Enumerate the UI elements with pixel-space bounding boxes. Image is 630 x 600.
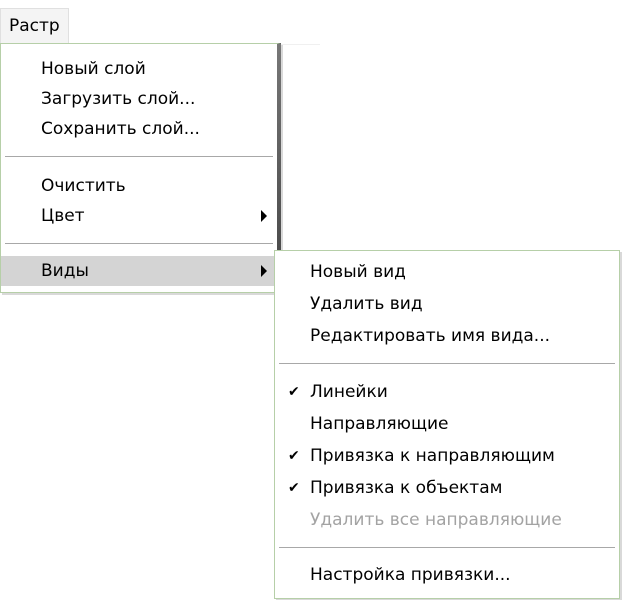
menu-item-edit-view-name[interactable]: Редактировать имя вида... bbox=[275, 321, 619, 351]
menu-item-guides[interactable]: Направляющие bbox=[275, 409, 619, 439]
menu-item-delete-view[interactable]: Удалить вид bbox=[275, 289, 619, 319]
menu-item-snap-to-objects[interactable]: ✔ Привязка к объектам bbox=[275, 473, 619, 503]
menu-raster[interactable]: Растр bbox=[0, 8, 69, 43]
submenu-arrow-icon bbox=[261, 210, 267, 222]
menu-item-load-layer[interactable]: Загрузить слой... bbox=[1, 84, 277, 114]
menu-item-new-view[interactable]: Новый вид bbox=[275, 257, 619, 287]
menu-item-snap-to-objects-label: Привязка к объектам bbox=[310, 478, 503, 498]
menu-item-color-label: Цвет bbox=[41, 206, 85, 226]
menu-item-snap-to-guides[interactable]: ✔ Привязка к направляющим bbox=[275, 441, 619, 471]
menu-item-rulers[interactable]: ✔ Линейки bbox=[275, 377, 619, 407]
raster-menu: Новый слой Загрузить слой... Сохранить с… bbox=[0, 43, 281, 293]
menu-item-delete-all-guides: Удалить все направляющие bbox=[310, 510, 562, 530]
menu-separator bbox=[279, 547, 615, 549]
menu-item-views[interactable]: Виды bbox=[1, 256, 277, 286]
menu-item-views-label: Виды bbox=[41, 261, 89, 281]
menu-item-snap-settings[interactable]: Настройка привязки... bbox=[275, 560, 619, 590]
menu-item-color[interactable]: Цвет bbox=[1, 201, 277, 231]
submenu-arrow-icon bbox=[261, 265, 267, 277]
menu-separator bbox=[279, 363, 615, 365]
menu-item-rulers-label: Линейки bbox=[310, 382, 388, 402]
views-submenu: Новый вид Удалить вид Редактировать имя … bbox=[274, 250, 620, 599]
menu-bar: Растр bbox=[0, 0, 320, 45]
checkmark-icon: ✔ bbox=[288, 384, 300, 400]
menu-item-clear[interactable]: Очистить bbox=[1, 171, 277, 201]
menu-separator bbox=[5, 243, 273, 245]
menu-item-new-layer[interactable]: Новый слой bbox=[1, 54, 277, 84]
menu-item-snap-to-guides-label: Привязка к направляющим bbox=[310, 446, 555, 466]
menu-item-save-layer[interactable]: Сохранить слой... bbox=[1, 114, 277, 144]
checkmark-icon: ✔ bbox=[288, 448, 300, 464]
checkmark-icon: ✔ bbox=[288, 480, 300, 496]
menu-separator bbox=[5, 156, 273, 158]
